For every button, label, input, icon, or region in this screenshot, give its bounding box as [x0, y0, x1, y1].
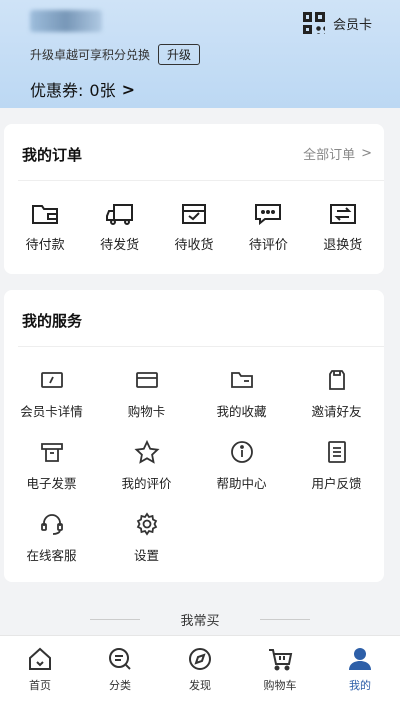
nav-category[interactable]: 分类 — [85, 645, 155, 693]
divider — [18, 180, 384, 181]
member-card-label: 会员卡 — [332, 17, 372, 33]
coupon-label: 优惠券: — [30, 81, 84, 100]
truck-icon — [105, 204, 133, 225]
order-item-label: 待评价 — [248, 238, 288, 253]
service-online-support[interactable]: 在线客服 — [4, 512, 99, 564]
service-e-invoice[interactable]: 电子发票 — [4, 440, 99, 492]
order-item-label: 待发货 — [100, 238, 140, 253]
nav-label: 发现 — [189, 678, 211, 692]
service-label: 邀请好友 — [311, 404, 362, 419]
service-label: 设置 — [133, 548, 159, 563]
qr-code-icon — [302, 12, 325, 34]
order-item-label: 待付款 — [25, 238, 65, 253]
my-services-card: 我的服务 会员卡详情 购物卡 我的收藏 邀请好友 电子发票 我的评价 帮助中心 … — [4, 290, 384, 582]
nav-mine[interactable]: 我的 — [325, 645, 395, 693]
all-orders-label: 全部订单 — [303, 148, 356, 163]
member-card-icon — [40, 372, 63, 388]
shopping-card-icon — [135, 372, 158, 388]
service-member-card[interactable]: 会员卡详情 — [4, 368, 99, 420]
wallet-icon — [32, 205, 59, 224]
member-header: 会员卡 升级卓越可享积分兑换 升级 优惠券: 0张 > — [0, 0, 400, 108]
order-pending-shipment[interactable]: 待发货 — [85, 202, 155, 253]
upgrade-button[interactable]: 升级 — [158, 44, 201, 65]
headset-icon — [40, 514, 63, 535]
nav-label: 购物车 — [263, 678, 297, 692]
service-help-center[interactable]: 帮助中心 — [194, 440, 289, 492]
service-label: 在线客服 — [26, 548, 77, 563]
order-pending-receipt[interactable]: 待收货 — [159, 202, 229, 253]
service-label: 帮助中心 — [216, 476, 267, 491]
order-item-label: 待收货 — [174, 238, 214, 253]
service-label: 我的收藏 — [216, 404, 267, 419]
my-orders-card: 我的订单 全部订单 > 待付款 待发货 待收货 待评价 退换货 — [4, 124, 384, 274]
nav-home[interactable]: 首页 — [5, 645, 75, 693]
service-label: 电子发票 — [26, 476, 77, 491]
orders-title: 我的订单 — [22, 146, 83, 164]
order-pending-payment[interactable]: 待付款 — [10, 202, 80, 253]
service-favorites[interactable]: 我的收藏 — [194, 368, 289, 420]
divider — [18, 346, 384, 347]
user-icon — [349, 647, 371, 670]
gear-icon — [136, 512, 157, 536]
service-label: 我的评价 — [121, 476, 172, 491]
home-icon — [29, 647, 51, 670]
info-icon — [230, 441, 253, 463]
inbox-check-icon — [181, 204, 206, 224]
invoice-icon — [40, 443, 63, 462]
nav-label: 我的 — [349, 678, 371, 692]
all-orders-link[interactable]: 全部订单 > — [303, 144, 372, 163]
member-card-button[interactable]: 会员卡 — [302, 12, 372, 34]
service-label: 购物卡 — [127, 404, 166, 419]
nav-label: 首页 — [29, 678, 51, 692]
nav-label: 分类 — [109, 678, 131, 692]
compass-icon — [189, 647, 211, 670]
folder-icon — [230, 372, 253, 388]
service-my-reviews[interactable]: 我的评价 — [99, 440, 194, 492]
star-icon — [133, 440, 160, 464]
nav-discover[interactable]: 发现 — [165, 645, 235, 693]
order-returns[interactable]: 退换货 — [308, 202, 378, 253]
service-label: 会员卡详情 — [20, 404, 83, 419]
chevron-right-icon: > — [361, 146, 372, 161]
order-pending-review[interactable]: 待评价 — [233, 202, 303, 253]
bottom-nav: 首页 分类 发现 购物车 我的 — [0, 635, 400, 701]
frequently-bought-header: 我常买 — [0, 610, 400, 629]
coupon-value: 0张 — [89, 81, 116, 100]
upgrade-text: 升级卓越可享积分兑换 — [30, 48, 151, 62]
username-blurred — [30, 10, 102, 32]
service-label: 用户反馈 — [311, 476, 362, 491]
comment-icon — [255, 204, 282, 226]
nav-cart[interactable]: 购物车 — [245, 645, 315, 693]
category-search-icon — [109, 647, 131, 670]
feedback-icon — [327, 441, 346, 463]
services-title: 我的服务 — [22, 312, 83, 330]
order-item-label: 退换货 — [323, 238, 363, 253]
service-invite-friends[interactable]: 邀请好友 — [289, 368, 384, 420]
profile-screen: 会员卡 升级卓越可享积分兑换 升级 优惠券: 0张 > 我的订单 全部订单 > … — [0, 0, 400, 701]
cart-icon — [269, 648, 293, 670]
exchange-icon — [329, 204, 356, 224]
chevron-right-icon: > — [121, 79, 135, 99]
invite-icon — [328, 370, 345, 390]
coupon-link[interactable]: 优惠券: 0张 > — [30, 77, 135, 101]
service-user-feedback[interactable]: 用户反馈 — [289, 440, 384, 492]
service-settings[interactable]: 设置 — [99, 512, 194, 564]
service-shopping-card[interactable]: 购物卡 — [99, 368, 194, 420]
upgrade-row: 升级卓越可享积分兑换 升级 — [30, 44, 201, 65]
